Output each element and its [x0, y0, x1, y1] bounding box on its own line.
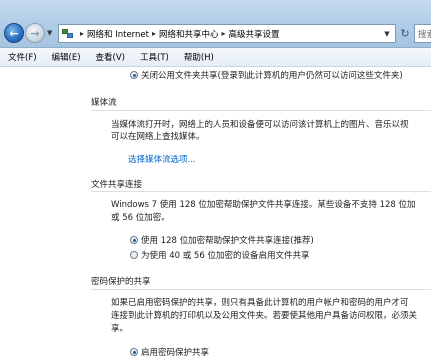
address-dropdown-icon[interactable]: ▼	[380, 26, 394, 41]
breadcrumb-network-sharing-center[interactable]: 网络和共享中心	[159, 28, 219, 40]
refresh-icon: ↻	[400, 27, 410, 40]
section-divider	[91, 110, 431, 111]
menu-edit[interactable]: 编辑(E)	[44, 51, 88, 63]
chevron-right-icon[interactable]: ▸	[80, 29, 84, 38]
media-streaming-desc-line-2: 可以在网络上查找媒体。	[111, 132, 205, 142]
encryption-128-radio[interactable]	[130, 236, 138, 244]
password-protected-sharing-title: 密码保护的共享	[91, 277, 151, 287]
breadcrumb-advanced-sharing[interactable]: 高级共享设置	[229, 28, 280, 40]
menu-bar: 文件(F) 编辑(E) 查看(V) 工具(T) 帮助(H)	[0, 48, 431, 67]
encryption-40-56-radio[interactable]	[130, 251, 138, 259]
encryption-40-56-label[interactable]: 为使用 40 或 56 位加密的设备启用文件共享	[141, 249, 309, 261]
password-sharing-desc-line-2: 连接到此计算机的打印机以及公用文件夹。若要使其他用户具备访问权限，必须关	[111, 311, 418, 321]
address-bar[interactable]: ▸ 网络和 Internet ▸ 网络和共享中心 ▸ 高级共享设置 ▼	[58, 24, 396, 43]
search-placeholder: 搜索	[418, 30, 431, 40]
media-streaming-options-link[interactable]: 选择媒体流选项...	[128, 153, 196, 165]
advanced-sharing-settings-panel: 关闭公用文件夹共享(登录到此计算机的用户仍然可以访问这些文件夹) 媒体流 当媒体…	[0, 68, 431, 359]
forward-button[interactable]: →	[25, 23, 45, 43]
password-sharing-desc-line-3: 享。	[111, 324, 129, 334]
section-divider	[91, 191, 431, 192]
password-sharing-desc-line-1: 如果已启用密码保护的共享，则只有具备此计算机的用户帐户和密码的用户才可	[111, 298, 409, 308]
title-bar: ← → ▼ ▸ 网络和 Internet ▸ 网络和共享中心 ▸ 高级共享设置 …	[0, 0, 431, 48]
encryption-128-label[interactable]: 使用 128 位加密帮助保护文件共享连接(推荐)	[141, 234, 314, 246]
search-input[interactable]: 搜索	[414, 24, 431, 43]
password-sharing-on-label[interactable]: 启用密码保护共享	[141, 346, 209, 358]
arrow-right-icon: →	[30, 26, 40, 40]
file-sharing-desc-line-2: 或 56 位加密。	[111, 213, 170, 223]
password-sharing-on-radio[interactable]	[130, 348, 138, 356]
public-folder-off-radio[interactable]	[130, 71, 138, 79]
section-divider	[91, 289, 431, 290]
media-streaming-title: 媒体流	[91, 98, 117, 108]
breadcrumb-network-internet[interactable]: 网络和 Internet	[87, 28, 149, 40]
refresh-button[interactable]: ↻	[398, 26, 412, 41]
menu-view[interactable]: 查看(V)	[88, 51, 132, 63]
network-icon	[61, 27, 77, 41]
public-folder-off-label[interactable]: 关闭公用文件夹共享(登录到此计算机的用户仍然可以访问这些文件夹)	[141, 69, 403, 81]
recent-pages-dropdown-icon[interactable]: ▼	[47, 29, 52, 37]
chevron-right-icon[interactable]: ▸	[222, 29, 226, 38]
chevron-right-icon[interactable]: ▸	[152, 29, 156, 38]
back-button[interactable]: ←	[4, 23, 24, 43]
arrow-left-icon: ←	[9, 26, 19, 40]
menu-file[interactable]: 文件(F)	[0, 51, 44, 63]
menu-tools[interactable]: 工具(T)	[132, 51, 176, 63]
file-sharing-desc-line-1: Windows 7 使用 128 位加密帮助保护文件共享连接。某些设备不支持 1…	[111, 200, 416, 210]
file-sharing-connections-title: 文件共享连接	[91, 180, 143, 190]
menu-help[interactable]: 帮助(H)	[176, 51, 221, 63]
media-streaming-desc-line-1: 当媒体流打开时，网络上的人员和设备便可以访问该计算机上的图片、音乐以视	[111, 120, 409, 130]
